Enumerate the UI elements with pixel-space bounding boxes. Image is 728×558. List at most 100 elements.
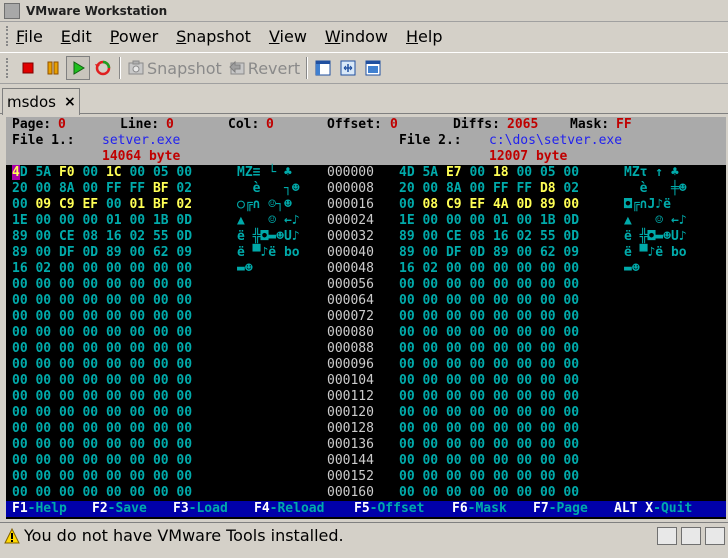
file2-hex-byte: 00	[516, 245, 533, 260]
quick-switch-button[interactable]	[361, 56, 385, 80]
file2-hex-byte: C9	[445, 197, 462, 212]
close-tab-icon[interactable]: ×	[64, 94, 76, 110]
file1-hex-byte: 00	[105, 309, 122, 324]
file1-hex-byte: 00	[58, 469, 75, 484]
file2-hex-byte: 00	[516, 437, 533, 452]
menu-bar: File Edit Power Snapshot View Window Help	[0, 22, 728, 50]
menu-item-file[interactable]: File	[16, 27, 43, 46]
mask-value: FF	[616, 117, 632, 132]
file1-hex-byte: 00	[105, 197, 122, 212]
line-value: 0	[166, 117, 174, 132]
file2-hex-byte: 00	[399, 469, 415, 484]
file2-hex-byte: 00	[422, 421, 439, 436]
file1-hex-byte: 00	[82, 325, 99, 340]
file2-hex-byte: 00	[492, 357, 509, 372]
file1-hex-byte: 00	[35, 437, 52, 452]
file1-hex-byte: FF	[105, 181, 122, 196]
menubar-grip[interactable]	[6, 26, 12, 46]
file2-hex-byte: 0D	[563, 229, 580, 244]
offset-value: 000064	[327, 293, 374, 308]
file2-hex-byte: 89	[492, 245, 509, 260]
toolbar-separator	[306, 57, 309, 79]
menu-label: ile	[24, 26, 43, 46]
file1-hex-byte: 4D	[12, 165, 28, 181]
menu-item-help[interactable]: Help	[406, 27, 442, 46]
file1-hex-byte: 00	[12, 293, 28, 308]
menu-item-window[interactable]: Window	[325, 27, 388, 46]
file1-hex-byte: 00	[12, 373, 28, 388]
file2-hex-byte: 00	[422, 277, 439, 292]
file1-hex-byte: 00	[58, 389, 75, 404]
file1-hex-byte: 00	[105, 405, 122, 420]
revert-button[interactable]: Revert	[225, 56, 303, 80]
menu-item-power[interactable]: Power	[110, 27, 158, 46]
file2-hex-byte: 00	[492, 389, 509, 404]
file1-hex-byte: 00	[152, 309, 169, 324]
summary-view-button[interactable]	[311, 56, 335, 80]
network-device-icon[interactable]	[681, 527, 701, 545]
power-off-button[interactable]	[16, 56, 40, 80]
power-on-button[interactable]	[66, 56, 90, 80]
fkey-label: -Save	[107, 501, 147, 516]
floppy-device-icon[interactable]	[657, 527, 677, 545]
file1-hex-byte: 62	[152, 245, 169, 260]
file1-hex-byte: 08	[82, 229, 99, 244]
toolbar-grip[interactable]	[6, 58, 12, 78]
col-value: 0	[266, 117, 274, 132]
file1-hex-byte: 8A	[58, 181, 75, 196]
pause-icon	[47, 61, 59, 75]
file2-hex-byte: 00	[563, 485, 580, 500]
file2-hex-byte: 00	[445, 309, 462, 324]
snapshot-button[interactable]: Snapshot	[124, 56, 225, 80]
menu-item-edit[interactable]: Edit	[61, 27, 92, 46]
file1-hex-byte: 00	[82, 469, 99, 484]
file2-hex-byte: 00	[539, 389, 556, 404]
file1-hex-byte: 00	[82, 277, 99, 292]
file2-hex-byte: 0D	[563, 213, 580, 228]
file2-hex-byte: 00	[563, 405, 580, 420]
file2-hex-byte: 00	[516, 389, 533, 404]
file2-hex-byte: 00	[492, 293, 509, 308]
snapshot-label: Snapshot	[147, 58, 222, 78]
file1-hex-byte: 00	[35, 357, 52, 372]
file1-hex-byte: 00	[176, 357, 193, 372]
file2-hex-byte: 00	[422, 405, 439, 420]
file1-hex-byte: 00	[58, 453, 75, 468]
file2-hex-byte: E7	[445, 165, 462, 180]
file2-hex-byte: 00	[563, 261, 580, 276]
file1-hex-byte: 02	[176, 197, 193, 212]
menu-label: elp	[418, 26, 443, 46]
file1-hex-byte: 00	[35, 213, 52, 228]
offset-value: 000080	[327, 325, 374, 340]
file2-ascii: ë ╬◘▬☻U♪	[624, 229, 687, 244]
cdrom-device-icon[interactable]	[705, 527, 725, 545]
vm-console-screen[interactable]: Page: 0 Line: 0 Col: 0 Offset: 0 Diffs: …	[6, 117, 726, 519]
tab-msdos[interactable]: msdos ×	[2, 88, 80, 115]
file2-hex-byte: 09	[563, 245, 580, 260]
file2-hex-byte: 00	[563, 437, 580, 452]
file2-hex-byte: 00	[422, 181, 439, 196]
file1-hex-byte: 02	[35, 261, 52, 276]
menu-label: indow	[340, 26, 388, 46]
file1-hex-byte: 00	[58, 485, 75, 500]
file2-hex-byte: 00	[539, 405, 556, 420]
file1-ascii: ▲ ☺ ←♪	[237, 213, 300, 228]
file1-hex-byte: 00	[58, 325, 75, 340]
menu-label: dit	[70, 26, 92, 46]
file2-hex-byte: 02	[422, 261, 439, 276]
file2-hex-byte: 00	[563, 421, 580, 436]
file1-hex-byte: 00	[35, 421, 52, 436]
fkey-label: -Load	[188, 501, 228, 516]
file2-hex-byte: 5A	[422, 165, 439, 180]
offset-value: 000008	[327, 181, 374, 196]
suspend-button[interactable]	[41, 56, 65, 80]
menu-item-view[interactable]: View	[269, 27, 307, 46]
file1-hex-byte: 05	[152, 165, 169, 180]
reset-button[interactable]	[91, 56, 115, 80]
file2-hex-byte: 16	[492, 229, 509, 244]
full-screen-button[interactable]	[336, 56, 360, 80]
file2-hex-byte: 00	[422, 357, 439, 372]
menu-item-snapshot[interactable]: Snapshot	[176, 27, 251, 46]
file1-hex-byte: 00	[176, 325, 193, 340]
file1-hex-byte: 00	[12, 421, 28, 436]
